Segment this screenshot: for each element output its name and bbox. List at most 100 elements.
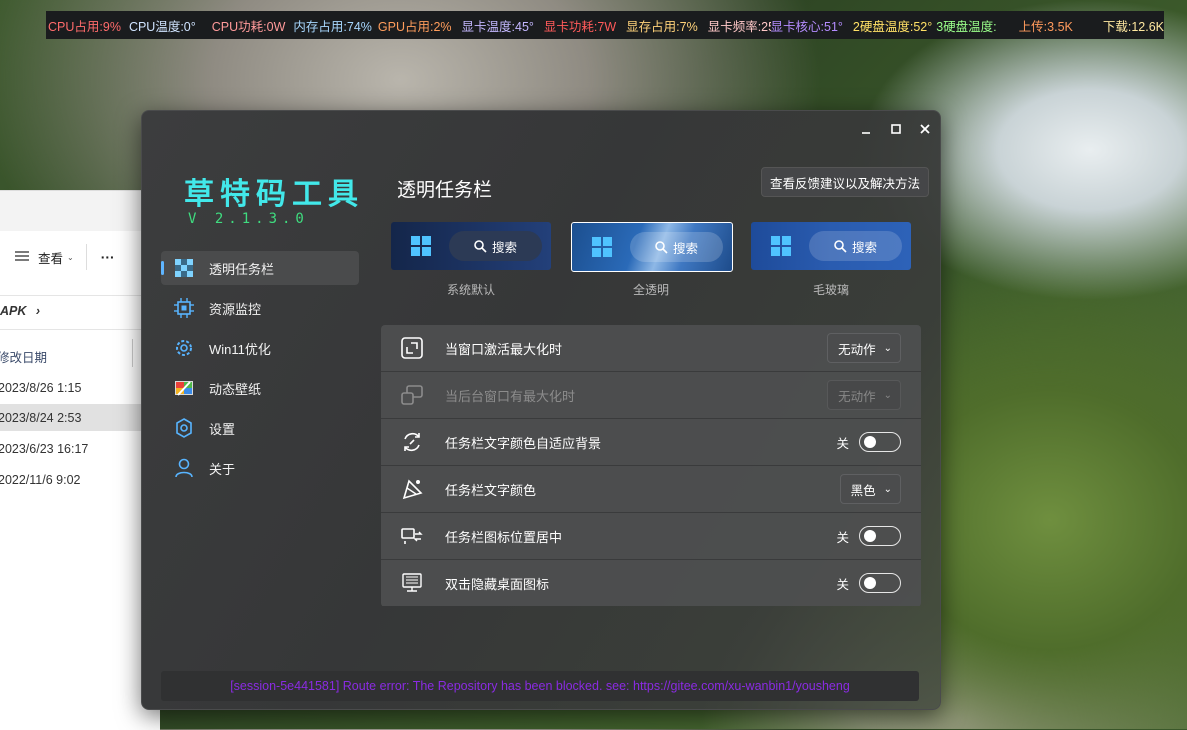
setting-row-hide-desktop-icons: 双击隐藏桌面图标 关 <box>381 560 921 606</box>
setting-label: 双击隐藏桌面图标 <box>445 576 550 592</box>
search-icon <box>655 240 668 254</box>
maximize-icon <box>401 337 423 359</box>
dropdown-value: 无动作 <box>838 342 876 357</box>
settings-list: 当窗口激活最大化时 无动作 ⌄ 当后台窗口有最大化时 无动作 ⌄ 任务栏文字颜色… <box>381 325 921 607</box>
setting-row-active-maximize: 当窗口激活最大化时 无动作 ⌄ <box>381 325 921 371</box>
background-maximize-dropdown[interactable]: 无动作 ⌄ <box>827 380 901 410</box>
windows-logo-icon <box>592 237 612 257</box>
monitor-gpu-power: 显卡功耗:7W <box>543 19 617 34</box>
toggle-state-label: 关 <box>836 436 849 451</box>
nav-item-resource-monitor[interactable]: 资源监控 <box>161 291 359 325</box>
monitor-disk3-temp: 3硬盘温度: <box>936 19 997 34</box>
windows-stack-icon <box>401 384 423 406</box>
desktop-icon <box>401 572 423 594</box>
setting-row-background-maximize: 当后台窗口有最大化时 无动作 ⌄ <box>381 372 921 418</box>
app-version: V 2.1.3.0 <box>188 211 309 227</box>
monitor-disk2-temp: 2硬盘温度:52° <box>852 19 933 34</box>
chevron-right-icon: › <box>35 304 41 318</box>
adaptive-text-color-toggle[interactable] <box>859 432 901 452</box>
preview-search-label: 搜索 <box>672 241 698 256</box>
center-icon <box>401 525 423 547</box>
nav-item-transparent-taskbar[interactable]: 透明任务栏 <box>161 251 359 285</box>
setting-label: 任务栏文字颜色自适应背景 <box>445 435 602 451</box>
text-color-dropdown[interactable]: 黑色 ⌄ <box>839 474 901 504</box>
more-options-button[interactable]: ··· <box>101 249 115 265</box>
nav-label: 资源监控 <box>209 301 262 317</box>
preview-acrylic[interactable]: 搜索 <box>751 222 911 270</box>
nav-label: 动态壁纸 <box>209 381 262 397</box>
maximize-button[interactable] <box>882 116 910 142</box>
status-message: [session-5e441581] Route error: The Repo… <box>161 671 919 701</box>
breadcrumb-item[interactable]: APK <box>0 304 26 318</box>
nav-item-live-wallpaper[interactable]: 动态壁纸 <box>161 371 359 405</box>
monitor-vram: 显存占用:7% <box>626 19 698 34</box>
system-monitor-bar: CPU占用:9% CPU温度:0° CPU功耗:0W 内存占用:74% GPU占… <box>46 11 1164 39</box>
toolbar-divider <box>85 244 87 270</box>
preview-label: 毛玻璃 <box>812 283 849 297</box>
chip-icon <box>173 297 195 319</box>
monitor-upload: 上传:3.5K <box>1018 19 1073 34</box>
nav-label: Win11优化 <box>209 341 271 357</box>
preview-fully-transparent[interactable]: 搜索 <box>571 222 733 272</box>
setting-row-center-icons: 任务栏图标位置居中 关 <box>381 513 921 559</box>
nav-item-about[interactable]: 关于 <box>161 451 359 485</box>
setting-row-adaptive-text-color: 任务栏文字颜色自适应背景 关 <box>381 419 921 465</box>
nav-label: 关于 <box>209 461 236 477</box>
preview-search-label: 搜索 <box>851 240 877 255</box>
chevron-down-icon: ⌄ <box>883 389 892 401</box>
file-row-date[interactable]: 2023/8/24 2:53 <box>0 411 81 425</box>
chevron-down-icon: ⌄ <box>67 252 74 262</box>
explorer-toolbar: 查看 ⌄ ··· <box>0 239 160 275</box>
center-icons-toggle[interactable] <box>859 526 901 546</box>
file-row-date[interactable]: 2023/6/23 16:17 <box>0 442 88 456</box>
windows-logo-icon <box>771 236 791 256</box>
dropdown-value: 无动作 <box>838 389 876 404</box>
nav-label: 设置 <box>209 421 236 437</box>
minimize-button[interactable] <box>852 116 880 142</box>
divider <box>0 329 160 330</box>
toggle-knob <box>864 530 876 542</box>
toggle-state-label: 关 <box>836 577 849 592</box>
feedback-button[interactable]: 查看反馈建议以及解决方法 <box>761 167 930 197</box>
nav-item-win11-optimize[interactable]: Win11优化 <box>161 331 359 365</box>
search-icon <box>474 239 487 253</box>
view-menu-button[interactable]: 查看 <box>38 248 63 267</box>
setting-label: 任务栏图标位置居中 <box>445 529 563 545</box>
close-icon <box>920 124 930 134</box>
page-title: 透明任务栏 <box>397 180 493 201</box>
explorer-titlebar <box>0 191 160 231</box>
preview-label: 全透明 <box>632 283 669 297</box>
checker-icon <box>173 257 195 279</box>
monitor-download: 下载:12.6K <box>1102 19 1164 34</box>
file-row-date[interactable]: 2023/8/26 1:15 <box>0 381 160 403</box>
app-window: 草特码工具 V 2.1.3.0 透明任务栏 资源监控 Win11优化 动态壁纸 … <box>141 110 941 710</box>
breadcrumb[interactable]: APK › <box>0 304 40 318</box>
active-maximize-dropdown[interactable]: 无动作 ⌄ <box>827 333 901 363</box>
monitor-cpu-usage: CPU占用:9% <box>48 19 121 34</box>
settings-icon <box>173 417 195 439</box>
column-resizer[interactable] <box>132 339 133 367</box>
close-button[interactable] <box>911 116 939 142</box>
preview-search-box: 搜索 <box>809 231 902 261</box>
preview-system-default[interactable]: 搜索 <box>391 222 551 270</box>
windows-logo-icon <box>411 236 431 256</box>
column-header-modified[interactable]: 修改日期 <box>0 347 47 366</box>
setting-label: 当后台窗口有最大化时 <box>445 388 576 404</box>
search-icon <box>834 239 847 253</box>
monitor-gpu-temp: 显卡温度:45° <box>461 19 534 34</box>
dropdown-value: 黑色 <box>850 483 876 498</box>
gear-icon <box>173 337 195 359</box>
monitor-cpu-temp: CPU温度:0° <box>128 19 196 34</box>
file-row-date[interactable]: 2022/11/6 9:02 <box>0 473 80 487</box>
hide-desktop-icons-toggle[interactable] <box>859 573 901 593</box>
refresh-color-icon <box>401 431 423 453</box>
monitor-memory: 内存占用:74% <box>293 19 372 34</box>
toggle-knob <box>864 436 876 448</box>
monitor-gpu-freq: 显卡频率:253M <box>707 19 771 34</box>
nav-item-settings[interactable]: 设置 <box>161 411 359 445</box>
paint-icon <box>401 478 423 500</box>
monitor-gpu-core: 显卡核心:51° <box>770 19 843 34</box>
divider <box>0 295 160 296</box>
nav-label: 透明任务栏 <box>209 261 275 277</box>
chevron-down-icon: ⌄ <box>883 483 892 495</box>
